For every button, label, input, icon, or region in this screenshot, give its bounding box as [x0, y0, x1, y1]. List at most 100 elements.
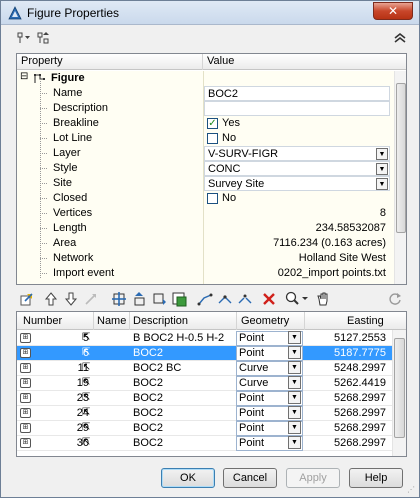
- link-icon[interactable]: [196, 291, 214, 309]
- style-dropdown[interactable]: CONC ▼: [204, 161, 390, 176]
- select-icon[interactable]: [170, 291, 188, 309]
- property-row-site: Site Survey Site ▼: [17, 176, 394, 191]
- table-row[interactable]: ⊞ 5 ⇱ B BOC2 H-0.5 H-2 Point ▼ 5127.2553: [17, 331, 392, 346]
- property-column-header[interactable]: Property: [21, 55, 63, 67]
- pan-icon[interactable]: [314, 291, 332, 309]
- site-value: Survey Site: [208, 178, 265, 190]
- sort-icon[interactable]: [35, 30, 53, 48]
- break-icon[interactable]: [236, 291, 254, 309]
- name-field[interactable]: BOC2: [204, 86, 390, 101]
- move-up-icon[interactable]: [42, 291, 60, 309]
- point-row-icon: ⊞: [20, 438, 31, 448]
- property-grid-header: Property Value: [17, 54, 406, 70]
- cursor-icon: ⇱: [82, 437, 91, 448]
- property-label: Lot Line: [53, 132, 93, 144]
- geometry-column-header[interactable]: Geometry: [241, 315, 289, 327]
- easting-cell: 5268.2997: [307, 436, 389, 451]
- closed-checkbox[interactable]: [207, 193, 218, 204]
- property-grid-scrollbar[interactable]: [394, 71, 406, 284]
- length-value-cell: 234.58532087: [204, 221, 390, 236]
- table-row[interactable]: ⊞ 19 ⇱ BOC2 Curve ▼ 5262.4419: [17, 376, 392, 391]
- lot-line-checkbox[interactable]: [207, 133, 218, 144]
- apply-button[interactable]: Apply: [286, 468, 340, 488]
- table-row[interactable]: ⊞ 24 ⇱ BOC2 Point ▼ 5268.2997: [17, 406, 392, 421]
- point-row-icon: ⊞: [20, 393, 31, 403]
- cancel-button[interactable]: Cancel: [223, 468, 277, 488]
- lot-line-value: No: [222, 132, 237, 144]
- chevron-down-icon[interactable]: ▼: [288, 406, 301, 419]
- ok-button[interactable]: OK: [161, 468, 215, 488]
- join-icon[interactable]: [216, 291, 234, 309]
- move-down-icon[interactable]: [62, 291, 80, 309]
- scrollbar-thumb[interactable]: [396, 83, 406, 233]
- collapse-icon[interactable]: [391, 30, 409, 48]
- chevron-down-icon[interactable]: ▼: [376, 178, 388, 190]
- chevron-down-icon[interactable]: ▼: [288, 391, 301, 404]
- property-row-style: Style CONC ▼: [17, 161, 394, 176]
- help-button[interactable]: Help: [349, 468, 403, 488]
- property-row-network: Network Holland Site West: [17, 251, 394, 266]
- number-column-header[interactable]: Number: [23, 315, 62, 327]
- property-row-layer: Layer V-SURV-FIGR ▼: [17, 146, 394, 161]
- length-value: 234.58532087: [315, 222, 386, 234]
- easting-value: 5268.2997: [334, 407, 386, 419]
- point-row-icon: ⊞: [20, 378, 31, 388]
- autocad-app-icon: [8, 6, 22, 20]
- insert-after-icon[interactable]: [150, 291, 168, 309]
- point-description: B BOC2 H-0.5 H-2: [133, 332, 225, 344]
- geometry-value: Curve: [239, 362, 269, 374]
- chevron-down-icon[interactable]: ▼: [288, 421, 301, 434]
- chevron-down-icon[interactable]: ▼: [288, 376, 301, 389]
- points-grid-scrollbar[interactable]: [392, 330, 406, 456]
- breakline-checkbox[interactable]: ✓: [207, 118, 218, 129]
- chevron-down-icon[interactable]: ▼: [288, 436, 301, 449]
- zoom-icon[interactable]: [284, 291, 310, 309]
- value-column-header[interactable]: Value: [207, 55, 234, 67]
- name-column-header[interactable]: Name: [97, 315, 126, 327]
- point-row-icon: ⊞: [20, 333, 31, 343]
- point-description: BOC2: [133, 392, 163, 404]
- geometry-value: Point: [239, 437, 265, 449]
- description-field[interactable]: [204, 101, 390, 116]
- site-dropdown[interactable]: Survey Site ▼: [204, 176, 390, 191]
- insert-point-icon[interactable]: [130, 291, 148, 309]
- lot-line-value-cell: No: [204, 131, 390, 146]
- easting-column-header[interactable]: Easting: [347, 315, 384, 327]
- collapse-category-icon[interactable]: ⊟: [20, 71, 28, 82]
- scrollbar-thumb[interactable]: [394, 338, 405, 438]
- easting-cell: 5268.2997: [307, 421, 389, 436]
- delete-icon[interactable]: [260, 291, 278, 309]
- refresh-icon[interactable]: [386, 291, 404, 309]
- easting-cell: 5268.2997: [307, 391, 389, 406]
- point-description: BOC2: [133, 347, 163, 359]
- category-figure: ⊟ Figure: [17, 71, 394, 86]
- table-row[interactable]: ⊞ 23 ⇱ BOC2 Point ▼ 5268.2997: [17, 391, 392, 406]
- layer-dropdown[interactable]: V-SURV-FIGR ▼: [204, 146, 390, 161]
- table-row[interactable]: ⊞ 6 ⇱ BOC2 Point ▼ 5187.7775: [17, 346, 392, 361]
- chevron-down-icon[interactable]: ▼: [288, 346, 301, 359]
- table-row[interactable]: ⊞ 11 ⇱ BOC2 BC Curve ▼ 5248.2997: [17, 361, 392, 376]
- easting-value: 5268.2997: [334, 437, 386, 449]
- cursor-icon: ⇱: [82, 392, 91, 403]
- chevron-down-icon[interactable]: ▼: [376, 148, 388, 160]
- description-column-header[interactable]: Description: [133, 315, 188, 327]
- filter-icon[interactable]: [15, 30, 33, 48]
- table-row[interactable]: ⊞ 29 ⇱ BOC2 Point ▼ 5268.2997: [17, 421, 392, 436]
- cursor-icon: ⇱: [82, 377, 91, 388]
- resize-grip-icon[interactable]: ⋰: [407, 485, 417, 495]
- chevron-down-icon[interactable]: ▼: [288, 331, 301, 344]
- edit-icon[interactable]: [18, 291, 36, 309]
- chevron-down-icon[interactable]: ▼: [376, 163, 388, 175]
- chevron-down-icon[interactable]: ▼: [288, 361, 301, 374]
- add-point-icon[interactable]: [110, 291, 128, 309]
- table-row[interactable]: ⊞ 30 ⇱ BOC2 Point ▼ 5268.2997: [17, 436, 392, 451]
- geometry-value: Point: [239, 332, 265, 344]
- network-value: Holland Site West: [298, 252, 386, 264]
- area-value-cell: 7116.234 (0.163 acres): [204, 236, 390, 251]
- import-event-value-cell: 0202_import points.txt: [204, 266, 390, 281]
- property-label: Vertices: [53, 207, 93, 219]
- close-button[interactable]: ✕: [373, 2, 413, 20]
- property-label: Layer: [53, 147, 81, 159]
- category-label: Figure: [51, 72, 85, 84]
- easting-value: 5187.7775: [334, 347, 386, 359]
